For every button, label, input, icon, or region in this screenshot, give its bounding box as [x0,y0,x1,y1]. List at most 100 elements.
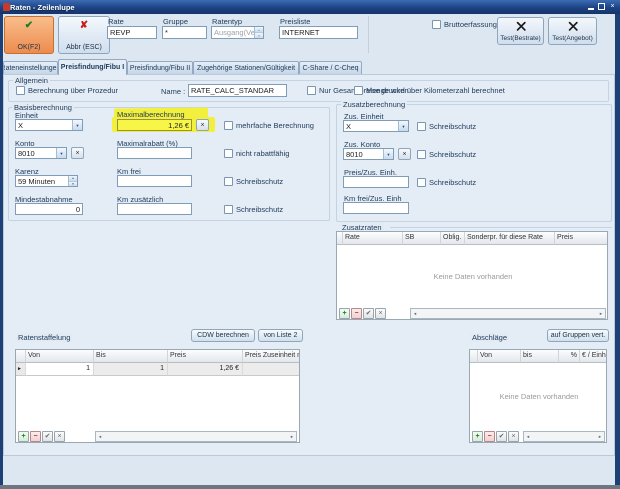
zus-schreibschutz-checkbox-row-3[interactable]: Schreibschutz [417,178,476,187]
zus-schreibschutz-checkbox-row-2[interactable]: Schreibschutz [417,150,476,159]
confirm-edit-button[interactable]: ✔ [363,308,374,319]
gruppe-input[interactable] [162,26,207,39]
mehrfache-berechnung-checkbox[interactable] [224,121,233,130]
close-button[interactable]: × [608,2,617,10]
zus-einheit-select[interactable]: X ▼ [343,120,409,132]
maximalrabatt-input[interactable] [117,147,192,159]
schreibschutz-checkbox-row-1[interactable]: Schreibschutz [224,177,283,186]
ratentyp-spinner[interactable]: Ausgang(Ver ▲ ▼ [211,26,264,39]
column-header[interactable] [470,350,478,363]
mehrfache-berechnung-checkbox-row[interactable]: mehrfache Berechnung [224,121,314,130]
name-input[interactable] [188,84,287,97]
km-frei-input[interactable] [117,175,192,187]
maximalberechnung-clear-button[interactable]: × [196,119,209,131]
delete-row-button[interactable]: − [30,431,41,442]
zus-schreibschutz-checkbox-row-1[interactable]: Schreibschutz [417,122,476,131]
mindestabnahme-input[interactable] [15,203,83,215]
delete-row-button[interactable]: − [484,431,495,442]
column-header-sb[interactable]: SB [403,232,441,245]
schreibschutz-checkbox[interactable] [417,150,426,159]
tab-preisfindung-fibu-1[interactable]: Preisfindung/Fibu I [58,59,127,75]
column-header-oblig[interactable]: Oblig. [441,232,465,245]
test-angebot-button[interactable]: Test(Angebot) [548,17,597,45]
cdw-berechnen-button[interactable]: CDW berechnen [191,329,255,342]
column-header-preis[interactable]: Preis [555,232,608,245]
km-frei-zus-einh-input[interactable] [343,202,409,214]
abschlaege-title: Abschläge [470,333,509,342]
column-header-bis[interactable]: Bis [94,350,168,363]
cancel-button[interactable]: ✘ Abbr (ESC) [58,16,110,54]
table-cell-preis[interactable]: 1,26 € [168,363,243,376]
preis-zus-einh-input[interactable] [343,176,409,188]
confirm-edit-button[interactable]: ✔ [496,431,507,442]
maximalberechnung-input[interactable] [117,119,192,131]
tab-c-share-c-cheq[interactable]: C-Share / C-Cheq [299,61,362,75]
column-header-preis-zuseinheit[interactable]: Preis Zuseinheit na [243,350,300,363]
table-cell-von[interactable]: 1 [26,363,94,376]
spinner-arrows[interactable]: ▲ ▼ [254,27,263,38]
cancel-edit-button[interactable]: × [375,308,386,319]
column-header-preis[interactable]: Preis [168,350,243,363]
column-header-euro-einh[interactable]: € / Einh. [580,350,607,363]
karenz-spinner[interactable]: 59 Minuten ▲ ▼ [15,175,78,187]
km-zusaetzlich-input[interactable] [117,203,192,215]
tab-preisfindung-fibu-2[interactable]: Preisfindung/Fibu II [127,61,193,75]
confirm-icon: ✔ [366,309,372,318]
schreibschutz-checkbox[interactable] [224,177,233,186]
test-bestrate-button[interactable]: Test(Bestrate) [497,17,544,45]
bruttoerfassung-checkbox[interactable] [432,20,441,29]
nicht-rabattfaehig-checkbox-row[interactable]: nicht rabattfähig [224,149,289,158]
tab-rateneinstellungen[interactable]: Rateneinstellungen [3,61,58,75]
berechnung-prozedur-checkbox-row[interactable]: Berechnung über Prozedur [16,86,118,95]
column-header-von[interactable]: Von [26,350,94,363]
zus-konto-value: 8010 [346,150,363,159]
column-header-bis[interactable]: bis [521,350,559,363]
table-cell-bis[interactable]: 1 [94,363,168,376]
add-row-button[interactable]: + [472,431,483,442]
von-liste-2-button[interactable]: von Liste 2 [258,329,303,342]
column-header-von[interactable]: Von [478,350,521,363]
confirm-edit-button[interactable]: ✔ [42,431,53,442]
schreibschutz-checkbox[interactable] [417,178,426,187]
zus-konto-select[interactable]: 8010 ▼ [343,148,394,160]
maximize-button[interactable] [598,3,605,10]
zus-konto-clear-button[interactable]: × [398,148,411,160]
schreibschutz-checkbox-row-2[interactable]: Schreibschutz [224,205,283,214]
column-header-rate[interactable]: Rate [343,232,403,245]
einheit-value: X [18,121,23,130]
konto-clear-button[interactable]: × [71,147,84,159]
add-row-button[interactable]: + [339,308,350,319]
preisliste-input[interactable] [279,26,358,39]
rate-input[interactable] [107,26,157,39]
close-icon: × [610,3,614,10]
gesamtpreise-checkbox[interactable] [307,86,316,95]
schreibschutz-checkbox[interactable] [224,205,233,214]
cancel-edit-button[interactable]: × [54,431,65,442]
konto-select[interactable]: 8010 ▼ [15,147,67,159]
cancel-edit-button[interactable]: × [508,431,519,442]
clear-icon: × [402,151,406,158]
ok-button[interactable]: ✔ OK(F2) [4,16,54,54]
horizontal-scrollbar[interactable]: ◄ ► [410,308,606,319]
horizontal-scrollbar[interactable]: ◄ ► [523,431,605,442]
einheit-select[interactable]: X ▼ [15,119,83,131]
tab-stationen-gueltigkeit[interactable]: Zugehörige Stationen/Gültigkeit [193,61,299,75]
berechnung-prozedur-checkbox[interactable] [16,86,25,95]
table-cell-preis-zuseinheit[interactable] [243,363,300,376]
column-header-prozent[interactable]: % [559,350,580,363]
menge-kilometer-checkbox[interactable] [354,86,363,95]
column-header[interactable] [16,350,26,363]
ratenstaffelung-title: Ratenstaffelung [16,333,72,342]
nicht-rabattfaehig-checkbox[interactable] [224,149,233,158]
horizontal-scrollbar[interactable]: ◄ ► [95,431,297,442]
bruttoerfassung-checkbox-row[interactable]: Bruttoerfassung [432,20,497,29]
chevron-down-icon: ▼ [383,149,393,159]
delete-row-button[interactable]: − [351,308,362,319]
add-row-button[interactable]: + [18,431,29,442]
column-header-sonderpreis[interactable]: Sonderpr. für diese Rate [465,232,555,245]
auf-gruppen-verteilen-button[interactable]: auf Gruppen vert. [547,329,609,342]
minimize-button[interactable] [588,3,594,10]
schreibschutz-checkbox[interactable] [417,122,426,131]
menge-kilometer-checkbox-row[interactable]: Menge wird über Kilometerzahl berechnet [354,86,505,95]
spinner-arrows[interactable]: ▲ ▼ [68,176,77,186]
